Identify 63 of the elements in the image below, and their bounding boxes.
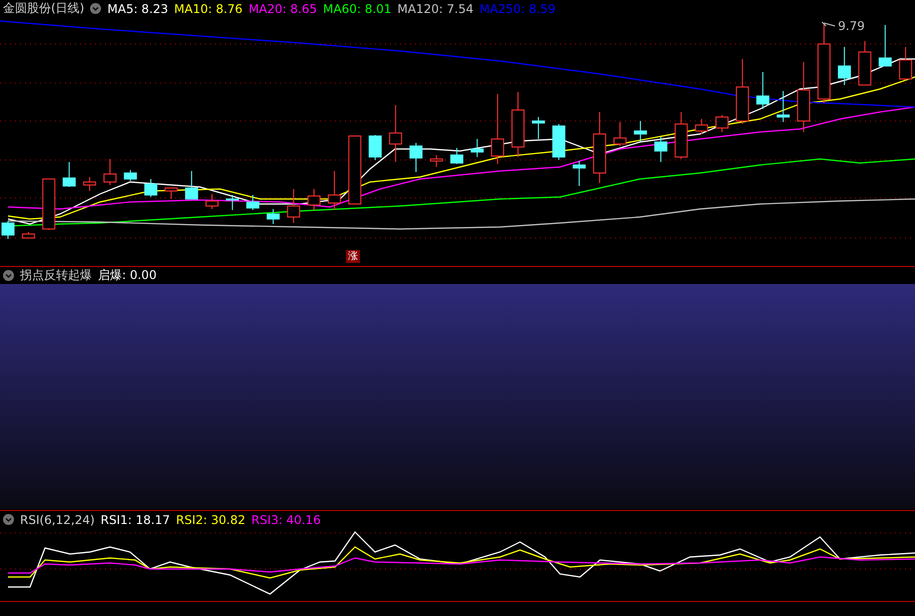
- candlestick: [246, 194, 260, 210]
- candlestick: [797, 62, 810, 132]
- dropdown-icon[interactable]: [3, 514, 14, 525]
- candlestick: [838, 46, 851, 86]
- indicator-value: MA250: 8.59: [479, 2, 556, 16]
- candlestick: [62, 162, 76, 188]
- candlestick: [716, 114, 728, 132]
- leader-line: [822, 22, 836, 26]
- candlestick: [308, 188, 320, 210]
- candlestick: [2, 220, 14, 240]
- candlestick: [470, 138, 484, 158]
- candlestick: [368, 134, 382, 160]
- candlestick: [328, 170, 341, 210]
- candlestick: [614, 122, 626, 146]
- candlestick: [185, 170, 198, 200]
- candlestick: [450, 148, 464, 164]
- candlestick: [858, 40, 872, 86]
- rise-badge: 涨: [346, 250, 360, 263]
- candlestick: [389, 104, 402, 162]
- candlestick: [634, 120, 647, 142]
- indicator-value: RSI2: 30.82: [176, 512, 246, 526]
- price-label: 9.79: [838, 19, 865, 33]
- candlestick: [878, 24, 892, 66]
- candlestick: [104, 158, 116, 186]
- candlestick: [287, 188, 300, 224]
- indicator-title: RSI(6,12,24): [20, 512, 95, 526]
- stock-title: 金圆股份(日线): [3, 0, 84, 17]
- candlestick: [899, 46, 912, 80]
- dropdown-icon[interactable]: [3, 270, 14, 281]
- candlestick: [593, 112, 606, 184]
- candlestick: [206, 194, 218, 210]
- indicator-value: MA60: 8.01: [323, 2, 392, 16]
- candlestick: [266, 208, 280, 224]
- candlestick: [512, 92, 524, 158]
- indicator-value: 启爆: 0.00: [98, 267, 157, 284]
- indicator-value: RSI3: 40.16: [251, 512, 321, 526]
- indicator-value: MA10: 8.76: [174, 2, 243, 16]
- candlestick: [491, 94, 504, 164]
- candlestick: [348, 136, 362, 204]
- candlestick: [430, 154, 443, 168]
- indicator-title: 拐点反转起爆: [20, 267, 92, 284]
- candlestick: [776, 90, 790, 122]
- candlestick: [695, 118, 708, 134]
- dropdown-icon[interactable]: [90, 3, 102, 14]
- candlestick: [572, 160, 586, 186]
- candlestick: [164, 188, 178, 200]
- candlestick: [532, 116, 545, 140]
- candlestick: [226, 194, 239, 210]
- candlestick: [410, 142, 422, 172]
- indicator-value: RSI1: 18.17: [100, 512, 170, 526]
- candlestick: [144, 178, 158, 198]
- indicator-value: MA20: 8.65: [248, 2, 317, 16]
- candlestick: [83, 176, 96, 192]
- candlestick: [552, 124, 566, 160]
- indicator-value: MA5: 8.23: [107, 2, 168, 16]
- candlestick: [22, 232, 35, 238]
- indicator-value: MA120: 7.54: [397, 2, 474, 16]
- candlestick: [124, 170, 137, 182]
- candlestick: [674, 112, 688, 160]
- candlestick: [42, 178, 56, 230]
- candlestick: [654, 136, 668, 162]
- candlestick: [736, 58, 749, 124]
- candlestick: [756, 72, 770, 110]
